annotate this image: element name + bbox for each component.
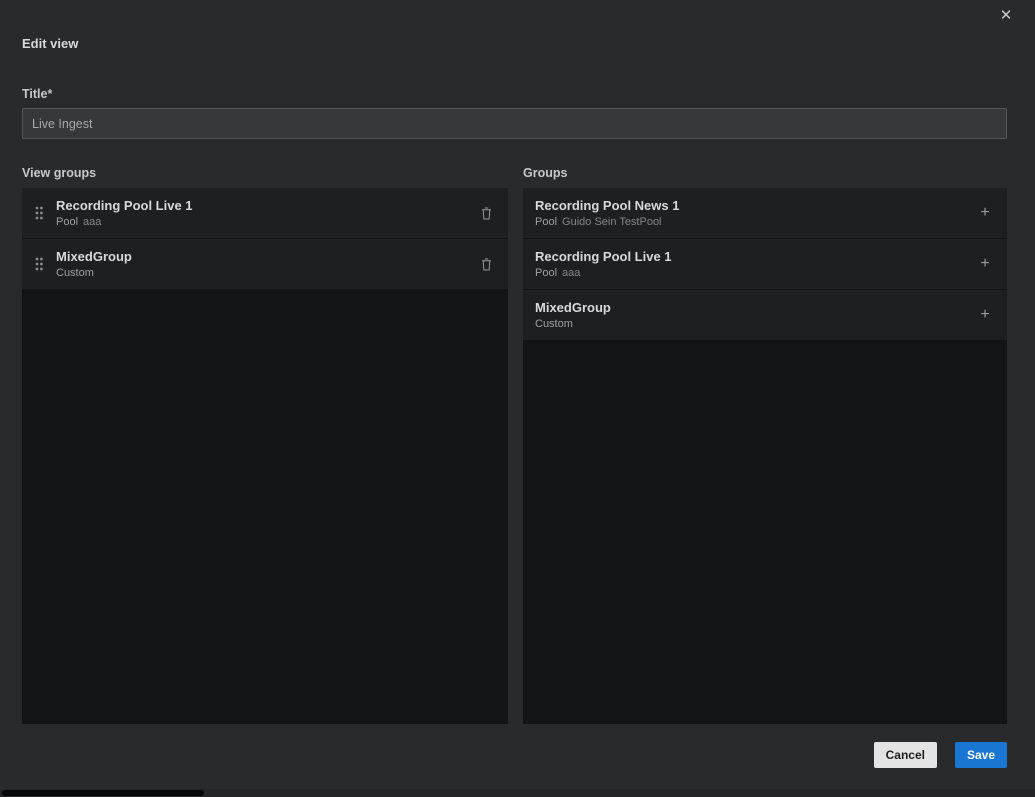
group-row: Recording Pool News 1 PoolGuido Sein Tes… — [523, 188, 1007, 239]
drag-handle-icon[interactable] — [34, 257, 44, 271]
edit-view-dialog: Edit view ✕ Title* View groups — [0, 0, 1035, 797]
add-group-icon[interactable]: + — [975, 305, 995, 325]
drag-handle-icon[interactable] — [34, 206, 44, 220]
group-subtitle: Custom — [535, 318, 975, 330]
title-input[interactable] — [22, 108, 1007, 139]
group-title: Recording Pool Live 1 — [535, 249, 975, 264]
add-group-icon[interactable]: + — [975, 203, 995, 223]
horizontal-scrollbar[interactable] — [0, 789, 1035, 797]
cancel-button[interactable]: Cancel — [874, 742, 937, 768]
group-title: MixedGroup — [535, 300, 975, 315]
group-subtitle: Poolaaa — [535, 267, 975, 279]
row-text: MixedGroup Custom — [535, 300, 975, 330]
view-groups-panel: Recording Pool Live 1 Poolaaa — [22, 188, 508, 724]
view-groups-column: View groups Recording Pool Live — [22, 167, 508, 724]
dialog-footer: Cancel Save — [874, 742, 1007, 768]
groups-heading: Groups — [523, 167, 1007, 180]
group-row: Recording Pool Live 1 Poolaaa + — [523, 239, 1007, 290]
group-title: Recording Pool Live 1 — [56, 198, 476, 213]
group-subtitle: Custom — [56, 267, 476, 279]
title-field-label: Title* — [22, 87, 52, 101]
view-groups-heading: View groups — [22, 167, 508, 180]
close-icon[interactable]: ✕ — [995, 4, 1017, 26]
group-title: MixedGroup — [56, 249, 476, 264]
groups-panel: Recording Pool News 1 PoolGuido Sein Tes… — [523, 188, 1007, 724]
horizontal-scrollbar-thumb[interactable] — [2, 790, 204, 796]
group-subtitle: PoolGuido Sein TestPool — [535, 216, 975, 228]
group-title: Recording Pool News 1 — [535, 198, 975, 213]
dual-list: View groups Recording Pool Live — [22, 167, 1007, 724]
save-button[interactable]: Save — [955, 742, 1007, 768]
view-group-row: MixedGroup Custom — [22, 239, 508, 290]
row-text: Recording Pool News 1 PoolGuido Sein Tes… — [535, 198, 975, 228]
group-row: MixedGroup Custom + — [523, 290, 1007, 341]
view-group-row: Recording Pool Live 1 Poolaaa — [22, 188, 508, 239]
remove-group-icon[interactable] — [476, 254, 496, 274]
row-text: Recording Pool Live 1 Poolaaa — [535, 249, 975, 279]
row-text: Recording Pool Live 1 Poolaaa — [56, 198, 476, 228]
dialog-title: Edit view — [22, 36, 78, 51]
group-subtitle: Poolaaa — [56, 216, 476, 228]
add-group-icon[interactable]: + — [975, 254, 995, 274]
groups-column: Groups Recording Pool News 1 PoolGuido S… — [523, 167, 1007, 724]
remove-group-icon[interactable] — [476, 203, 496, 223]
row-text: MixedGroup Custom — [56, 249, 476, 279]
